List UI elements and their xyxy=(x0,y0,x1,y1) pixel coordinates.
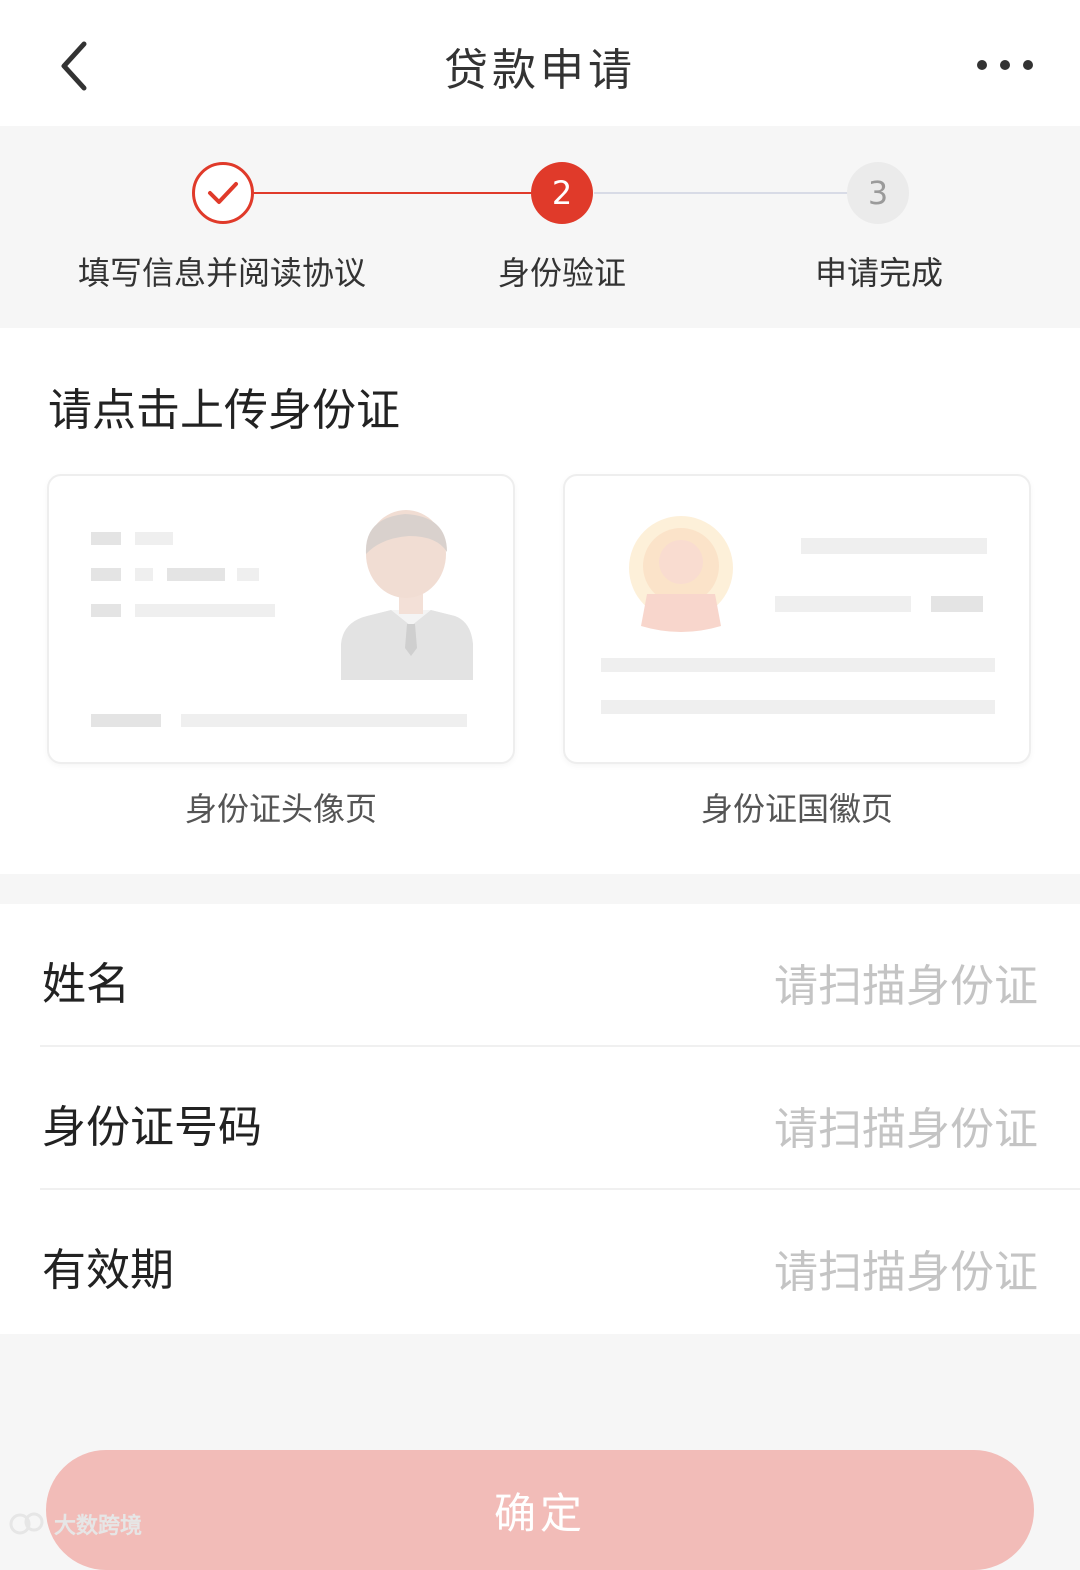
name-value: 请扫描身份证 xyxy=(774,961,1038,1012)
name-row[interactable]: 姓名 请扫描身份证 xyxy=(0,904,1080,1047)
check-icon xyxy=(208,182,238,204)
id-front-upload[interactable] xyxy=(47,474,515,764)
step-connector-done xyxy=(254,192,532,194)
more-button[interactable] xyxy=(972,52,1038,78)
id-card-back-illustration xyxy=(601,516,995,714)
id-number-row[interactable]: 身份证号码 请扫描身份证 xyxy=(0,1047,1080,1190)
upload-section: 请点击上传身份证 身份证头像页 身份证国徽页 xyxy=(0,328,1080,874)
validity-label: 有效期 xyxy=(42,1245,174,1296)
step-1-label: 填写信息并阅读协议 xyxy=(77,254,366,292)
more-icon xyxy=(977,60,1033,70)
nav-bar: 贷款申请 xyxy=(0,0,1080,126)
id-front-label: 身份证头像页 xyxy=(184,790,377,828)
id-number-label: 身份证号码 xyxy=(42,1102,262,1153)
step-2-circle: 2 xyxy=(531,162,593,224)
watermark: 大数跨境 xyxy=(8,1508,142,1540)
name-label: 姓名 xyxy=(42,959,130,1010)
step-3-label: 申请完成 xyxy=(814,254,943,292)
id-card-front-illustration xyxy=(91,510,473,727)
validity-value: 请扫描身份证 xyxy=(774,1247,1038,1298)
validity-row[interactable]: 有效期 请扫描身份证 xyxy=(0,1190,1080,1333)
step-1-circle xyxy=(192,162,254,224)
progress-steps: 2 3 填写信息并阅读协议 身份验证 申请完成 xyxy=(0,126,1080,328)
confirm-button[interactable]: 确定 xyxy=(46,1450,1034,1570)
watermark-logo-icon xyxy=(9,1512,44,1535)
upload-title: 请点击上传身份证 xyxy=(48,385,400,436)
step-2-label: 身份验证 xyxy=(497,254,626,292)
watermark-text: 大数跨境 xyxy=(54,1514,143,1539)
id-number-value: 请扫描身份证 xyxy=(774,1104,1038,1155)
step-3-circle: 3 xyxy=(847,162,909,224)
id-back-label: 身份证国徽页 xyxy=(700,790,893,828)
page-title: 贷款申请 xyxy=(444,45,636,96)
id-info-form: 姓名 请扫描身份证 身份证号码 请扫描身份证 有效期 请扫描身份证 xyxy=(0,904,1080,1334)
step-connector-pending xyxy=(594,192,848,194)
id-back-upload[interactable] xyxy=(563,474,1031,764)
